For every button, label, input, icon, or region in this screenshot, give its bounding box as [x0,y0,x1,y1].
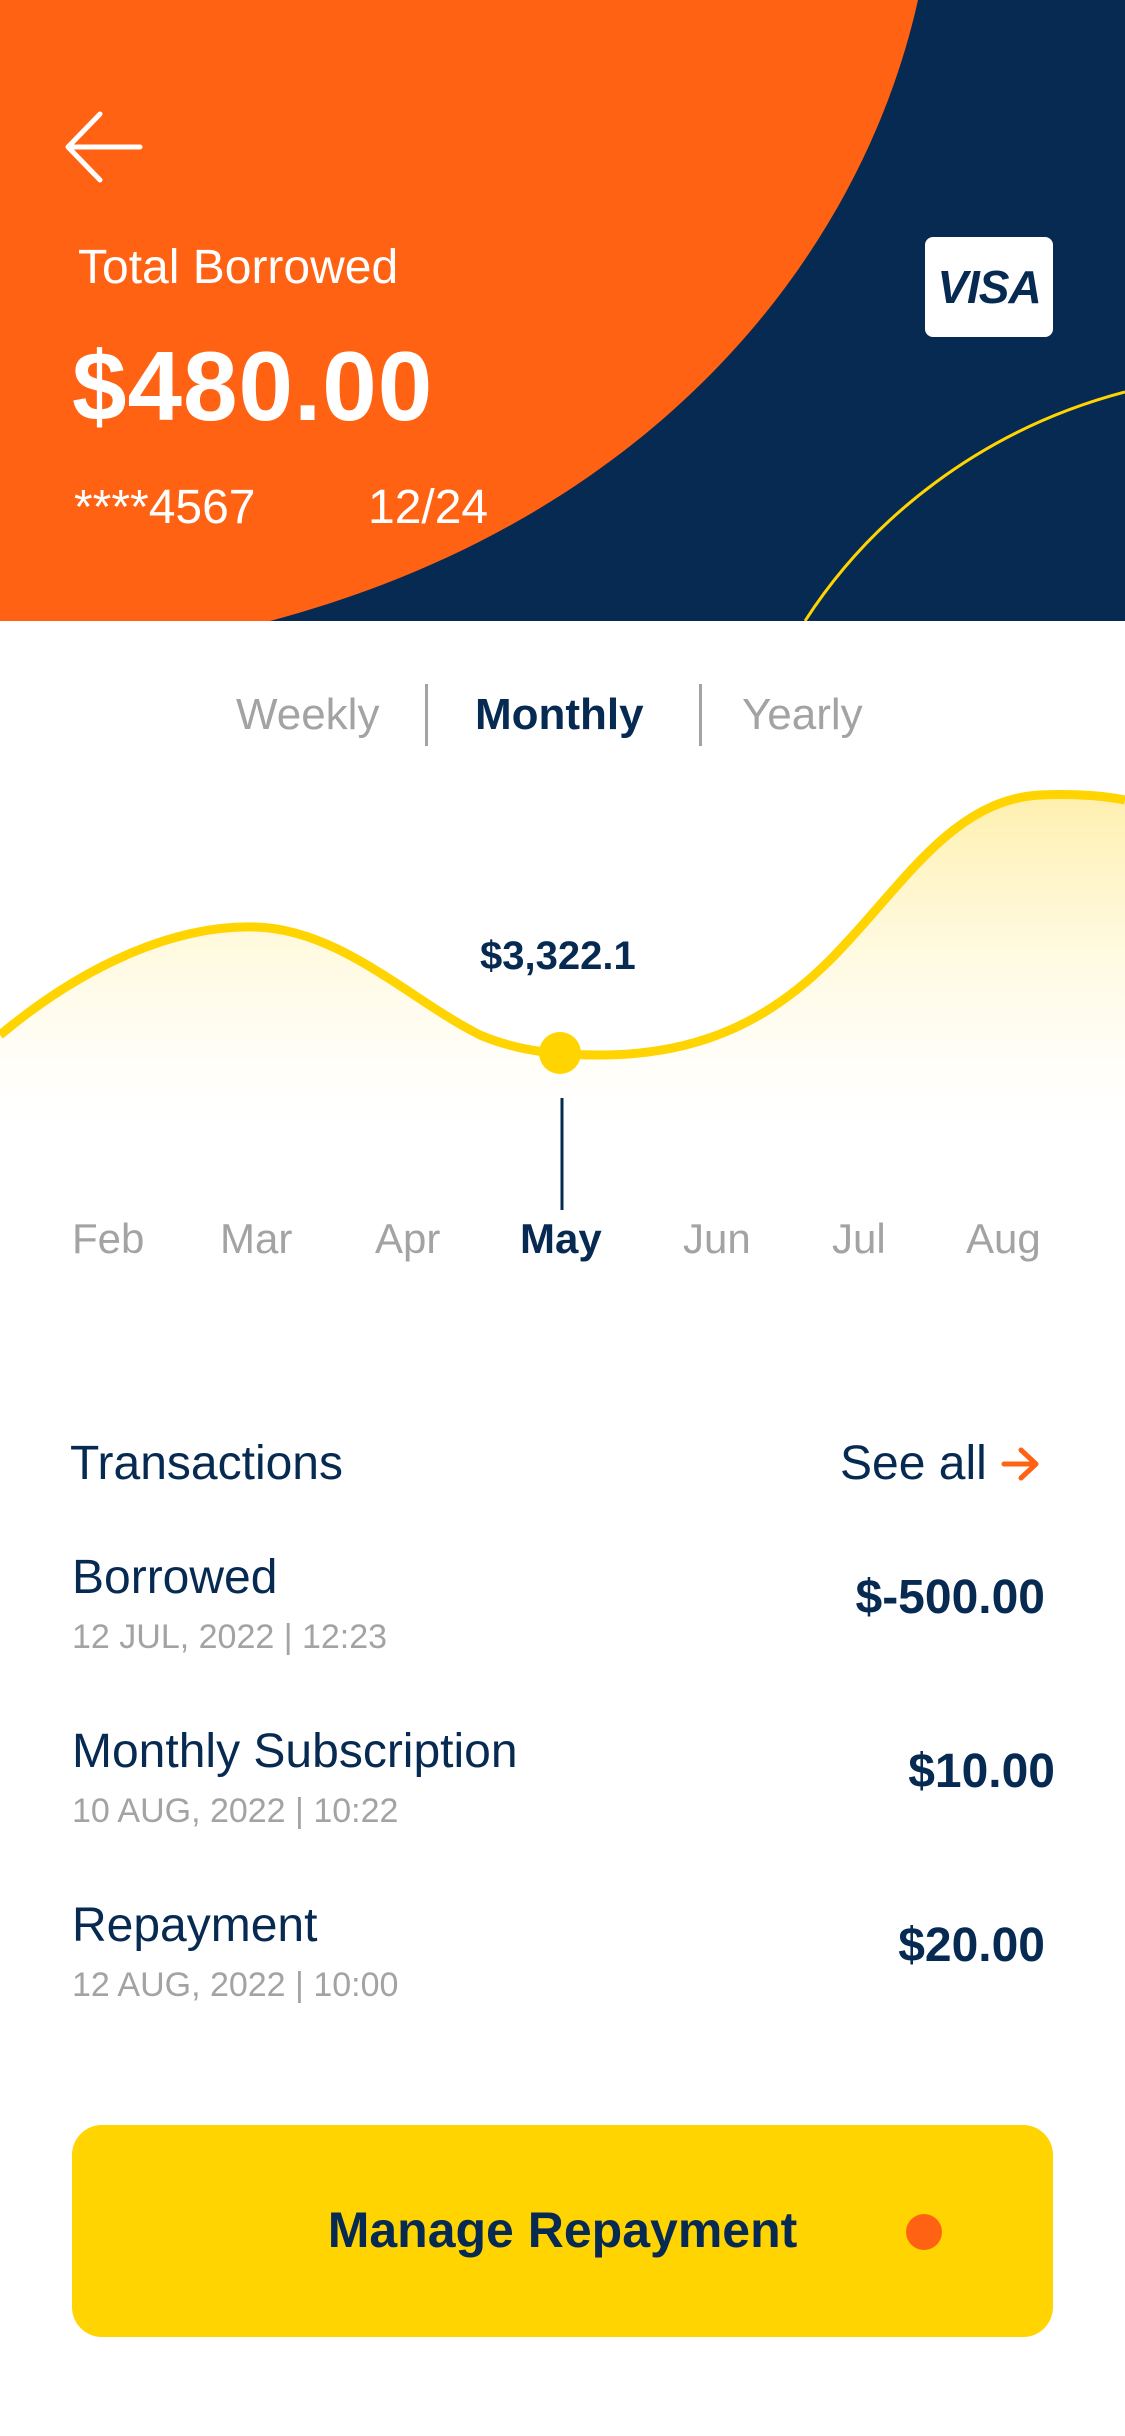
month-jul[interactable]: Jul [832,1215,886,1263]
transaction-row[interactable]: Monthly Subscription 10 AUG, 2022 | 10:2… [70,1724,1055,1844]
card-number: ****4567 [74,481,256,534]
month-jun[interactable]: Jun [683,1215,751,1263]
tab-weekly[interactable]: Weekly [236,690,379,740]
transaction-amount: $10.00 [908,1745,1055,1798]
transaction-name: Monthly Subscription [72,1725,518,1778]
transaction-name: Borrowed [72,1551,278,1604]
back-button[interactable] [62,108,148,186]
total-borrowed-label: Total Borrowed [78,241,399,294]
transaction-amount: $-500.00 [855,1571,1046,1624]
arrow-right-icon [1001,1447,1039,1480]
borrowing-chart [0,789,1125,1210]
transaction-row[interactable]: Repayment 12 AUG, 2022 | 10:00 $20.00 [70,1898,1055,2018]
transaction-row[interactable]: Borrowed 12 JUL, 2022 | 12:23 $-500.00 [70,1550,1055,1670]
transaction-date: 12 JUL, 2022 | 12:23 [72,1618,388,1656]
selected-value-label: $3,322.1 [480,934,636,978]
transaction-date: 10 AUG, 2022 | 10:22 [72,1792,399,1830]
tab-yearly[interactable]: Yearly [742,690,863,740]
selected-point [539,1032,581,1074]
total-borrowed-amount: $480.00 [72,331,434,441]
tab-divider [699,684,702,746]
see-all-link[interactable]: See all [840,1436,1041,1491]
month-apr[interactable]: Apr [375,1215,440,1263]
month-may[interactable]: May [520,1215,602,1263]
see-all-label: See all [840,1437,987,1490]
visa-logo-text: VISA [937,261,1041,313]
notification-dot [906,2214,942,2250]
transactions-title: Transactions [70,1437,343,1490]
transaction-amount: $20.00 [898,1919,1045,1972]
manage-repayment-button[interactable]: Manage Repayment [72,2125,1053,2337]
month-feb[interactable]: Feb [72,1215,144,1263]
card-expiry: 12/24 [368,481,489,534]
period-tabs: Weekly Monthly Yearly [0,680,1125,750]
visa-logo: VISA [925,237,1053,337]
month-mar[interactable]: Mar [220,1215,292,1263]
tab-divider [425,684,428,746]
transaction-date: 12 AUG, 2022 | 10:00 [72,1966,399,2004]
header-card: Total Borrowed $480.00 ****4567 12/24 VI… [0,0,1125,621]
transaction-name: Repayment [72,1899,318,1952]
month-axis: Feb Mar Apr May Jun Jul Aug [0,1215,1125,1275]
arrow-left-icon [65,111,143,183]
month-aug[interactable]: Aug [966,1215,1041,1263]
tab-monthly[interactable]: Monthly [475,690,644,740]
